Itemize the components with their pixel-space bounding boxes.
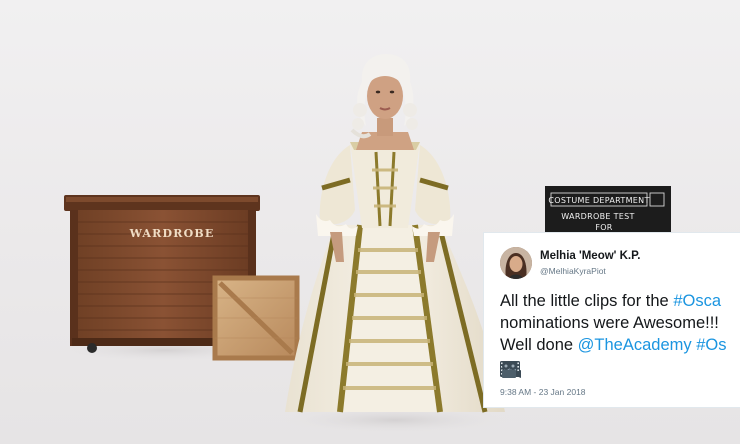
tweet-line-1: All the little clips for the #Osca	[500, 290, 727, 312]
tweet-text: All the little clips for the #Osca nomin…	[500, 290, 727, 356]
slate-line-1: WARDROBE TEST	[561, 212, 634, 221]
tweet-line-3: Well done @TheAcademy #Os	[500, 334, 727, 356]
tweet-line-2: nominations were Awesome!!!	[500, 314, 719, 332]
tweet-card: Melhia 'Meow' K.P. @MelhiaKyraPiot All t…	[483, 232, 740, 408]
hashtag-link-2[interactable]: #Os	[696, 336, 726, 354]
hashtag-link[interactable]: #Osca	[673, 292, 721, 310]
emoji-row	[500, 361, 521, 379]
tweet-line-1-text: All the little clips for the	[500, 292, 674, 310]
avatar[interactable]	[500, 247, 532, 279]
video-frame: WARDROBE COSTUME DEPARTMENT WARDROBE TES…	[0, 0, 740, 444]
chest-label: WARDROBE	[129, 227, 215, 240]
costumed-woman	[285, 54, 505, 413]
author-handle[interactable]: @MelhiaKyraPiot	[540, 266, 606, 276]
slate-line-2: FOR	[595, 223, 612, 232]
wooden-crate	[212, 275, 300, 361]
slate-title: COSTUME DEPARTMENT	[548, 196, 649, 205]
author-name[interactable]: Melhia 'Meow' K.P.	[540, 250, 640, 262]
mention-link[interactable]: @TheAcademy	[578, 336, 692, 354]
tweet-line-3-text: Well done	[500, 336, 578, 354]
tweet-timestamp[interactable]: 9:38 AM - 23 Jan 2018	[500, 387, 586, 397]
